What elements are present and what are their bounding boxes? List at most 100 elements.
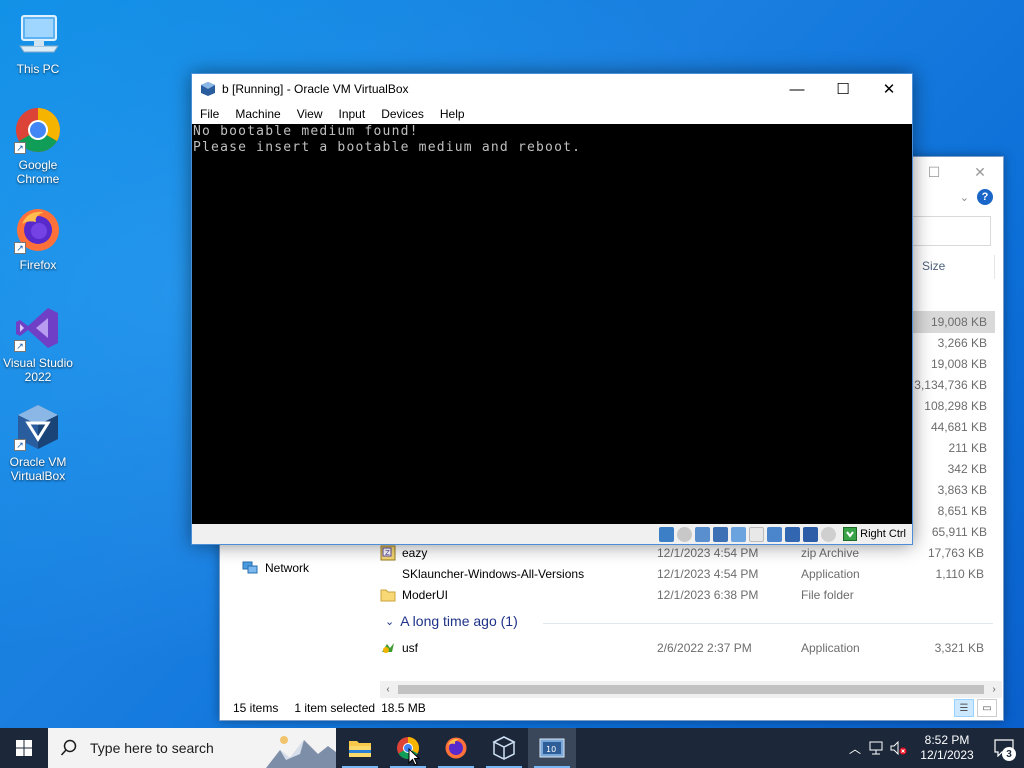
file-name: SKlauncher-Windows-All-Versions (402, 567, 585, 581)
file-date: 2/6/2022 2:37 PM (657, 641, 752, 655)
menu-devices[interactable]: Devices (381, 107, 424, 121)
optical-drive-icon[interactable] (677, 526, 693, 542)
cpu-icon[interactable] (803, 526, 819, 542)
desktop-icon-visual-studio[interactable]: ↗ Visual Studio 2022 (0, 304, 76, 384)
recording-icon[interactable] (785, 526, 801, 542)
shortcut-arrow-icon: ↗ (14, 439, 26, 451)
clock-time: 8:52 PM (924, 733, 970, 747)
file-name: eazy (402, 546, 428, 560)
display-icon[interactable] (767, 526, 783, 542)
close-button[interactable]: ✕ (866, 74, 912, 104)
desktop-icon-oracle-vm-virtualbox[interactable]: ↗ Oracle VM VirtualBox (0, 403, 76, 483)
desktop-icon-firefox[interactable]: ↗ Firefox (0, 206, 76, 272)
audio-icon[interactable] (695, 526, 711, 542)
virtualbox-vm-window[interactable]: b [Running] - Oracle VM VirtualBox — ☐ ✕… (191, 73, 913, 545)
taskbar-virtualbox-vm[interactable]: 10 (528, 728, 576, 768)
mouse-cursor-icon (408, 748, 420, 766)
show-hidden-icons-icon[interactable]: ︿ (844, 728, 866, 768)
search-input[interactable] (901, 216, 991, 246)
svg-text:Z: Z (385, 549, 390, 557)
notification-center-button[interactable]: 3 (984, 728, 1024, 768)
desktop-icon-google-chrome[interactable]: ↗ Google Chrome (0, 106, 76, 186)
nav-item-network[interactable]: Network (242, 561, 309, 575)
ribbon-controls: ⌄ ? (960, 189, 993, 205)
hard-disk-icon[interactable] (659, 526, 675, 542)
scroll-right-icon[interactable]: › (986, 682, 1002, 697)
scrollbar-thumb[interactable] (398, 685, 984, 694)
taskbar-chrome[interactable] (384, 728, 432, 768)
system-tray: ︿ 8:52 PM 12/1/2023 3 (844, 728, 1024, 768)
host-key-indicator[interactable]: Right Ctrl (843, 527, 906, 541)
mouse-integration-icon[interactable] (821, 526, 837, 542)
taskbar-search-input[interactable]: Type here to search (48, 728, 336, 768)
search-placeholder: Type here to search (90, 740, 214, 756)
vbox-titlebar[interactable]: b [Running] - Oracle VM VirtualBox — ☐ ✕ (192, 74, 912, 104)
file-row[interactable]: Z eazy 12/1/2023 4:54 PM zip Archive 17,… (380, 543, 990, 563)
volume-muted-icon[interactable] (888, 728, 910, 768)
vm-screen[interactable]: No bootable medium found! Please insert … (192, 124, 912, 524)
virtualbox-app-icon (201, 82, 215, 96)
network-adapter-icon[interactable] (713, 526, 729, 542)
chevron-down-icon[interactable]: ⌄ (960, 191, 969, 204)
large-icons-view-icon[interactable]: ▭ (977, 699, 997, 717)
console-line: Please insert a bootable medium and rebo… (193, 140, 582, 155)
minimize-button[interactable]: — (774, 74, 820, 104)
file-type: File folder (801, 588, 854, 602)
help-icon[interactable]: ? (977, 189, 993, 205)
menu-view[interactable]: View (297, 107, 323, 121)
visual-studio-icon: ↗ (14, 304, 62, 352)
usb-icon[interactable] (731, 526, 747, 542)
menu-input[interactable]: Input (339, 107, 366, 121)
start-button[interactable] (0, 728, 48, 768)
file-date: 12/1/2023 4:54 PM (657, 546, 759, 560)
taskbar: Type here to search 10 ︿ 8:52 PM 12/1/20… (0, 728, 1024, 768)
host-key-icon (843, 527, 858, 541)
desktop-icon-this-pc[interactable]: This PC (0, 10, 76, 76)
file-row[interactable]: ModerUI 12/1/2023 6:38 PM File folder (380, 585, 990, 605)
group-divider (543, 623, 993, 624)
file-name: usf (402, 641, 419, 655)
taskbar-virtualbox[interactable] (480, 728, 528, 768)
close-icon: ✕ (882, 81, 896, 98)
zip-icon: Z (380, 545, 396, 561)
console-line: No bootable medium found! (193, 124, 419, 139)
windows-logo-icon (16, 740, 32, 756)
maximize-button[interactable]: ☐ (911, 157, 957, 187)
maximize-button[interactable]: ☐ (820, 74, 866, 104)
desktop-icon-label: Visual Studio 2022 (3, 356, 73, 384)
menu-machine[interactable]: Machine (235, 107, 280, 121)
taskbar-file-explorer[interactable] (336, 728, 384, 768)
host-key-label: Right Ctrl (860, 528, 906, 540)
column-divider[interactable] (994, 255, 995, 279)
file-row[interactable]: usf 2/6/2022 2:37 PM Application 3,321 K… (380, 638, 990, 658)
vbox-menubar: File Machine View Input Devices Help (192, 104, 912, 124)
nav-label: Network (265, 561, 310, 575)
scroll-left-icon[interactable]: ‹ (380, 682, 396, 697)
taskbar-clock[interactable]: 8:52 PM 12/1/2023 (910, 733, 984, 763)
view-switcher: ☰ ▭ (954, 699, 997, 717)
desktop-icon-label: Oracle VM VirtualBox (9, 455, 67, 483)
explorer-window-controls: ☐ ✕ (911, 157, 1003, 187)
file-size: 17,763 KB (927, 546, 984, 560)
close-button[interactable]: ✕ (957, 157, 1003, 187)
network-status-icon[interactable] (866, 728, 888, 768)
file-date: 12/1/2023 6:38 PM (657, 588, 759, 602)
menu-help[interactable]: Help (440, 107, 465, 121)
file-row[interactable]: SKlauncher-Windows-All-Versions 12/1/202… (380, 564, 990, 584)
file-name: ModerUI (402, 588, 449, 602)
menu-file[interactable]: File (200, 107, 219, 121)
column-header-size[interactable]: Size (922, 259, 992, 273)
desktop-icon-label: Firefox (19, 258, 57, 272)
this-pc-icon (14, 10, 62, 58)
virtualbox-icon (492, 736, 516, 760)
taskbar-firefox[interactable] (432, 728, 480, 768)
details-view-icon[interactable]: ☰ (954, 699, 974, 717)
group-header[interactable]: ⌄ A long time ago (1) (385, 613, 518, 629)
shared-folders-icon[interactable] (749, 526, 765, 542)
file-size: 3,321 KB (934, 641, 984, 655)
folder-icon (380, 589, 396, 602)
firefox-icon: ↗ (14, 206, 62, 254)
file-date: 12/1/2023 4:54 PM (657, 567, 759, 581)
notification-count-badge: 3 (1002, 747, 1016, 761)
svg-text:10: 10 (546, 745, 556, 754)
